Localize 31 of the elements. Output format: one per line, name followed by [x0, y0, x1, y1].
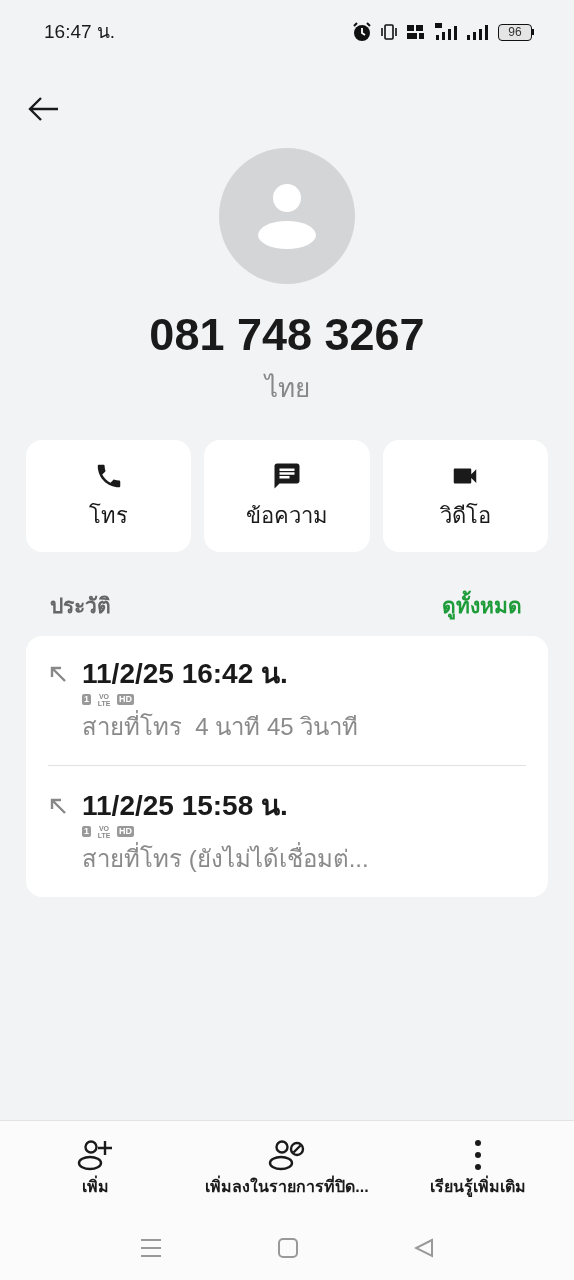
- contact-action-button[interactable]: โทร: [26, 440, 192, 552]
- back-icon[interactable]: [414, 1238, 434, 1258]
- call-detail: สายที่โทร 4 นาที 45 วินาที: [82, 709, 360, 742]
- history-heading: ประวัติ: [50, 593, 111, 619]
- call-tag: 1: [82, 694, 91, 705]
- bottom-action-button[interactable]: เรียนรู้เพิ่มเติม: [382, 1138, 574, 1199]
- add-person-icon: [76, 1138, 115, 1171]
- contact-action-button[interactable]: วิดีโอ: [382, 440, 548, 552]
- menu-icon[interactable]: [140, 1238, 162, 1258]
- call-tag: 1: [82, 826, 91, 837]
- person-icon: [257, 183, 317, 249]
- call-datetime: 11/2/25 15:58 น.: [82, 788, 289, 823]
- call-datetime: 11/2/25 16:42 น.: [82, 656, 289, 691]
- location-label: ไทย: [264, 372, 310, 405]
- call-tag: HD: [117, 826, 134, 837]
- bottom-action-button[interactable]: เพิ่มลงในรายการที่ปิด...: [191, 1138, 383, 1199]
- status-time: 16:47 น.: [44, 19, 116, 44]
- alarm-icon: [352, 22, 372, 42]
- home-icon[interactable]: [278, 1238, 298, 1258]
- block-person-icon: [268, 1138, 306, 1171]
- vibrate-icon: [380, 23, 398, 41]
- signal-icon: [434, 23, 458, 41]
- bottom-action-button[interactable]: เพิ่ม: [0, 1138, 192, 1199]
- battery-indicator: 96: [498, 23, 534, 41]
- signal-icon: [466, 23, 490, 41]
- call-tag: HD: [117, 694, 134, 705]
- phone-number: 081 748 3267: [149, 312, 425, 357]
- contact-action-button[interactable]: ข้อความ: [204, 440, 370, 552]
- call-detail: สายที่โทร (ยังไม่ได้เชื่อมต่...: [82, 841, 370, 874]
- back-arrow-icon[interactable]: [28, 96, 60, 122]
- more-icon: [474, 1138, 483, 1171]
